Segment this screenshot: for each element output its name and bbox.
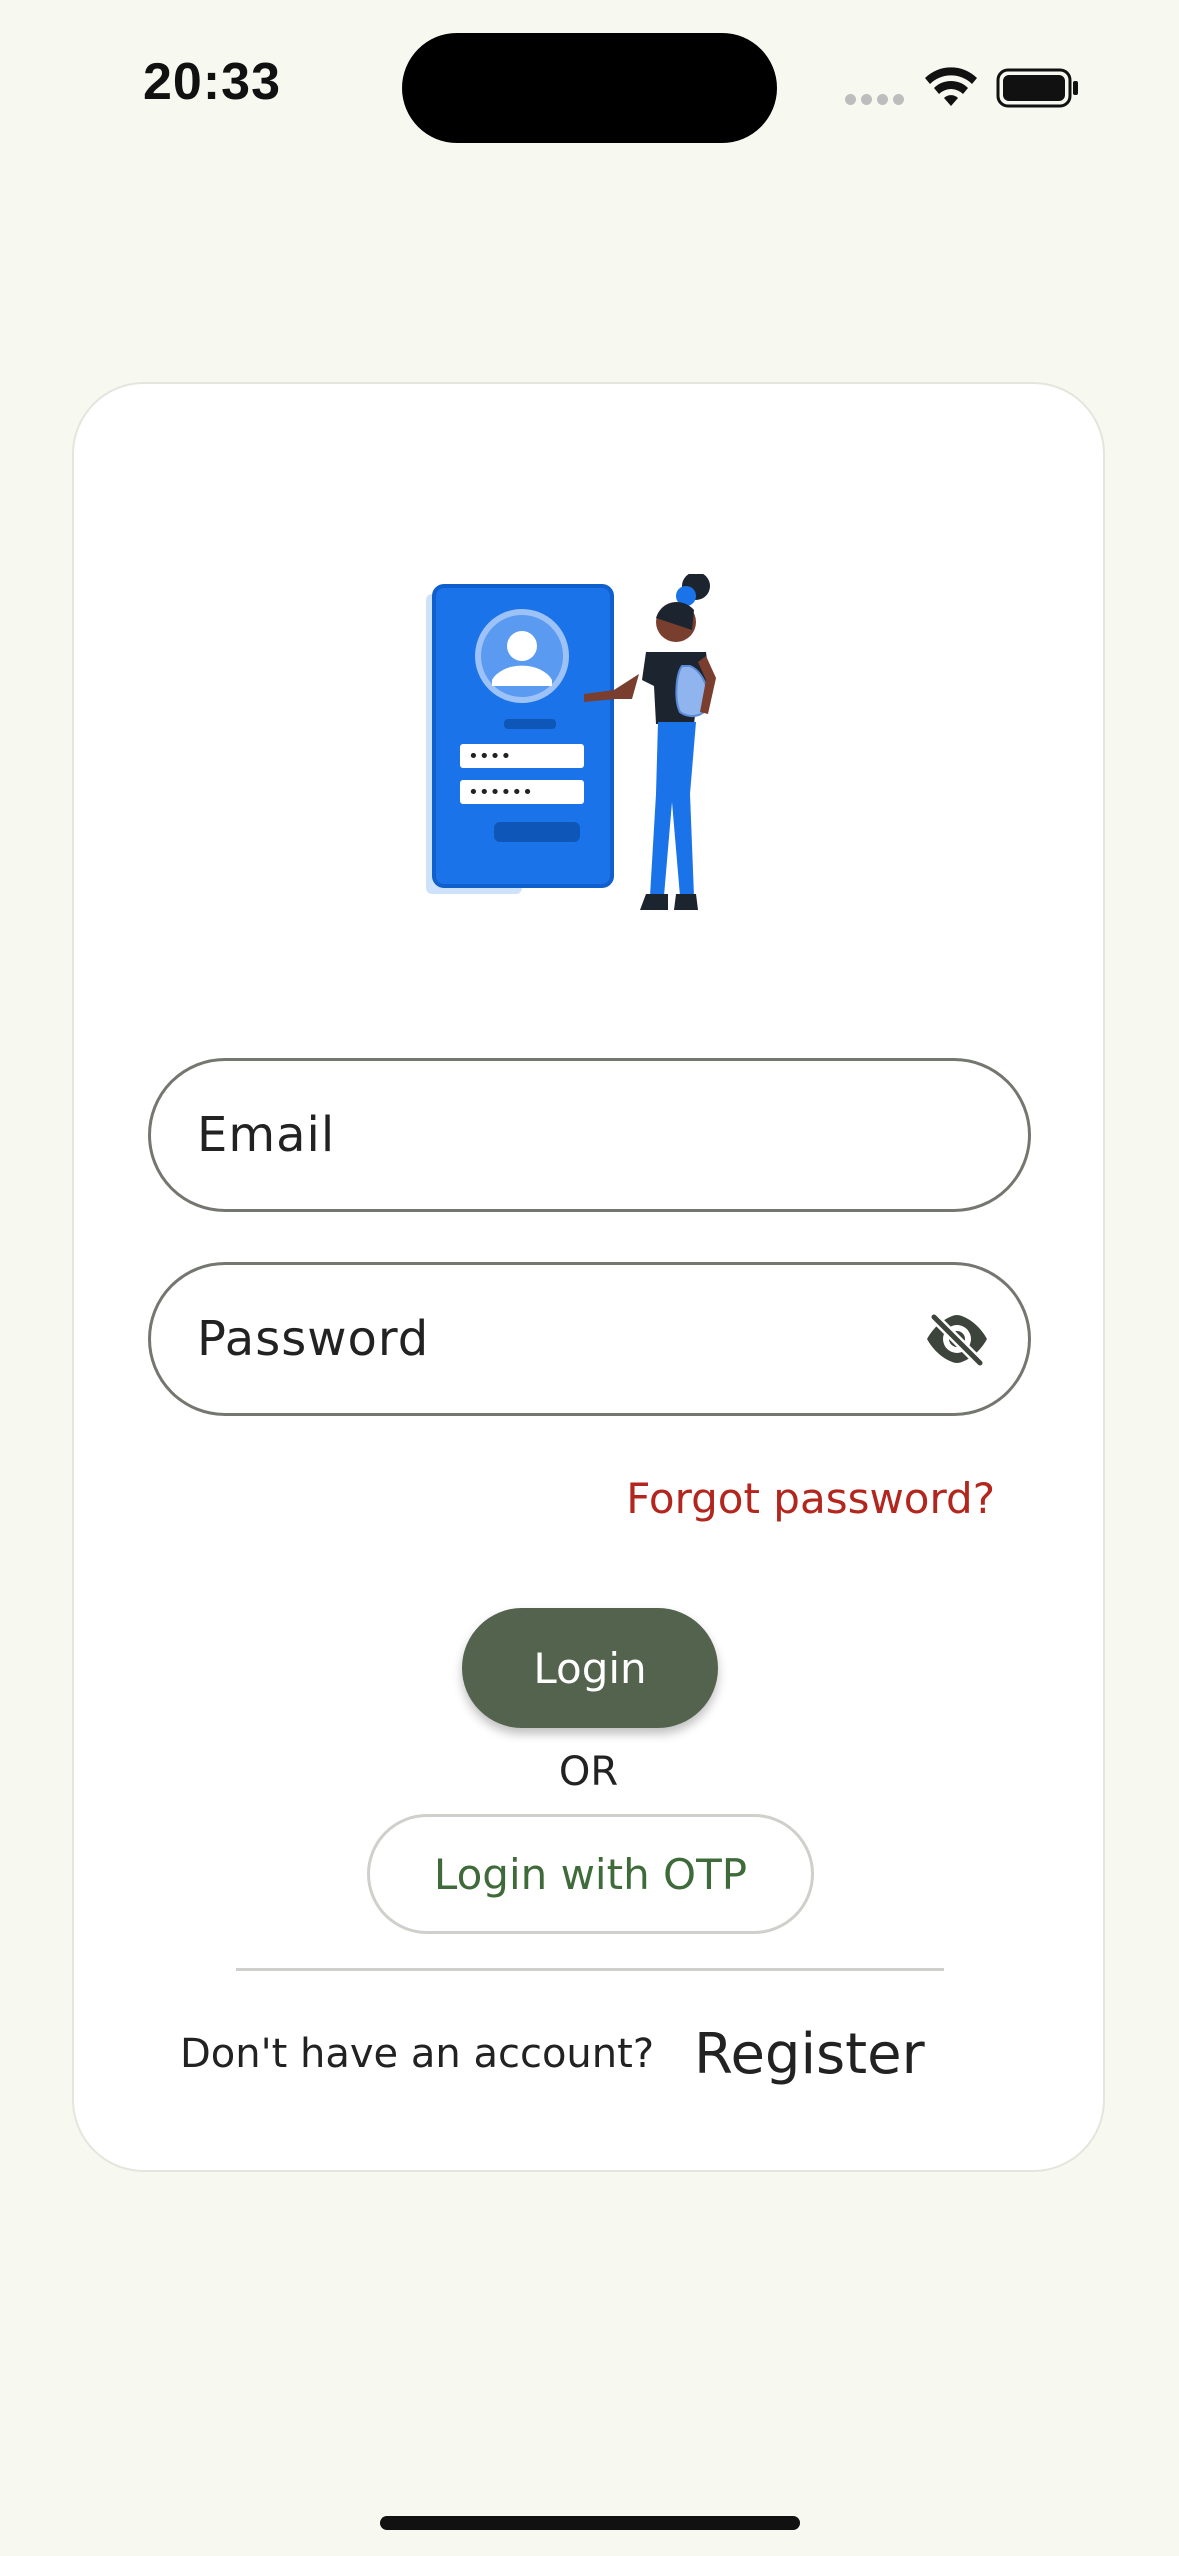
login-illustration: •••• •••••• bbox=[426, 574, 716, 910]
divider bbox=[236, 1968, 944, 1971]
svg-text:••••••: •••••• bbox=[468, 782, 533, 803]
wifi-icon bbox=[925, 67, 977, 106]
home-indicator[interactable] bbox=[380, 2516, 800, 2530]
login-with-otp-button[interactable]: Login with OTP bbox=[367, 1814, 814, 1934]
forgot-password-link[interactable]: Forgot password? bbox=[626, 1474, 995, 1523]
eye-off-icon[interactable] bbox=[922, 1309, 992, 1369]
register-row: Don't have an account? Register bbox=[180, 2014, 925, 2094]
login-button[interactable]: Login bbox=[462, 1608, 718, 1728]
status-bar: 20:33 bbox=[0, 0, 1179, 170]
password-field-label: Password bbox=[197, 1311, 430, 1367]
login-card: •••• •••••• Email Password Forgot passwo… bbox=[72, 382, 1105, 2172]
or-separator: OR bbox=[558, 1749, 619, 1795]
svg-text:••••: •••• bbox=[468, 746, 511, 767]
cellular-signal-icon bbox=[845, 94, 907, 106]
email-field[interactable]: Email bbox=[148, 1058, 1031, 1212]
battery-icon bbox=[996, 68, 1078, 108]
register-link[interactable]: Register bbox=[694, 2022, 925, 2087]
dynamic-island bbox=[402, 33, 777, 143]
email-field-label: Email bbox=[197, 1107, 336, 1163]
password-field[interactable]: Password bbox=[148, 1262, 1031, 1416]
register-prompt: Don't have an account? bbox=[180, 2031, 655, 2077]
status-time: 20:33 bbox=[143, 53, 281, 111]
